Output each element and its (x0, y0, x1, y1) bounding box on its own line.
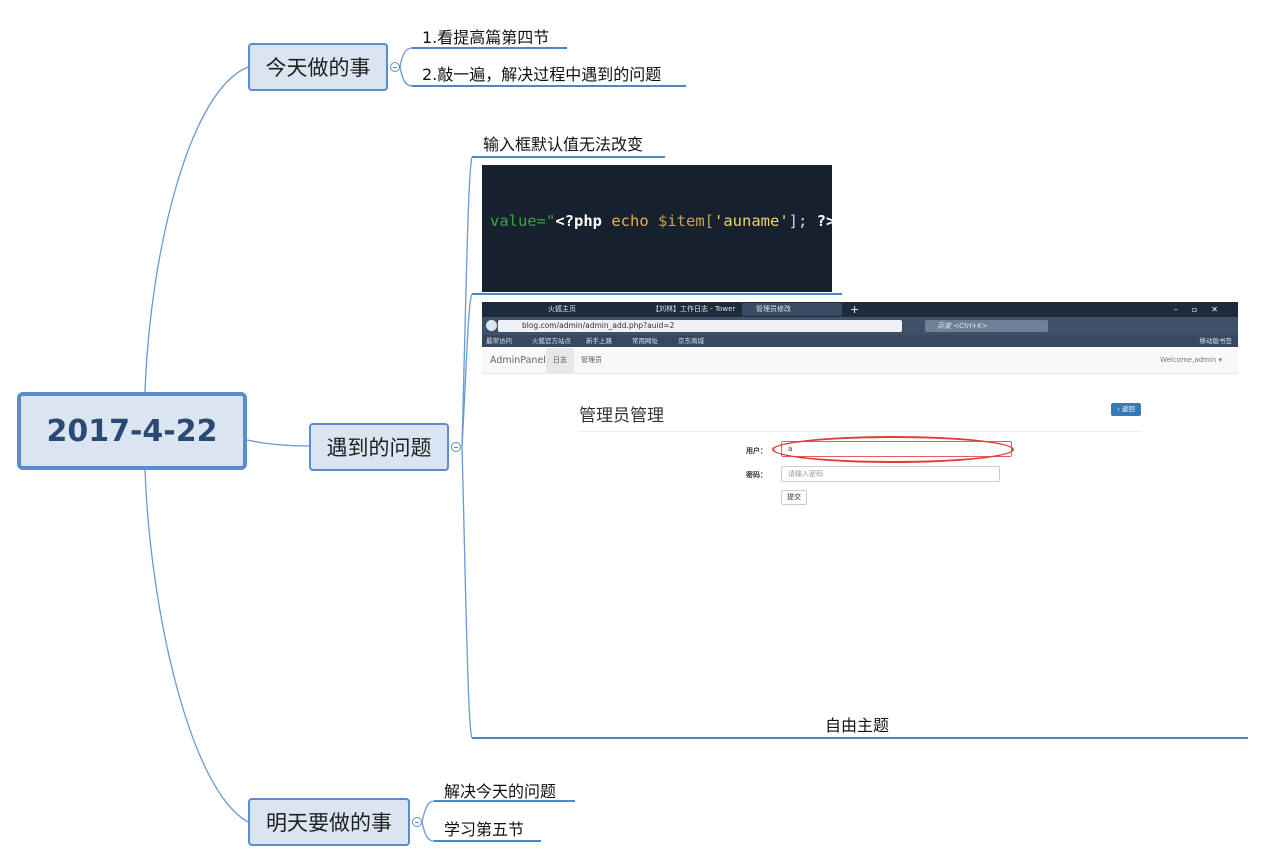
topic-problems[interactable]: 遇到的问题 (309, 423, 449, 471)
nav-tab-admin[interactable]: 管理员 (574, 348, 609, 373)
connector-root-today (144, 66, 249, 393)
window-controls-icon[interactable]: –▫✕ (1174, 302, 1232, 317)
back-button[interactable]: ‹ 返回 (1111, 403, 1141, 416)
connector-today-item2 (399, 66, 413, 87)
code-bracket: ]; (788, 212, 817, 230)
back-icon[interactable] (486, 320, 497, 331)
title-divider (579, 431, 1141, 432)
collapse-toggle-today[interactable] (390, 62, 400, 72)
code-php-open: <?php (555, 212, 602, 230)
connector-root-problems (246, 439, 310, 447)
highlight-ellipse (772, 436, 1014, 463)
tomorrow-item-2: 学习第五节 (444, 820, 525, 839)
bookmarks-bar: 最常访问 火狐官方站点 新手上路 常用网址 京东商城 移动版书签 (482, 335, 1238, 347)
password-placeholder: 请输入密码 (788, 470, 823, 478)
code-string: 'auname' (714, 212, 789, 230)
topic-tomorrow[interactable]: 明天要做的事 (248, 798, 410, 846)
browser-url-row: blog.com/admin/admin_add.php?auid=2 百度 <… (482, 317, 1238, 335)
free-topic[interactable]: 自由主题 (825, 712, 889, 736)
topic-today[interactable]: 今天做的事 (248, 43, 388, 91)
nav-tab-log[interactable]: 日志 (546, 348, 574, 373)
collapse-toggle-problems[interactable] (451, 442, 461, 452)
problem-title: 输入框默认值无法改变 (483, 135, 644, 154)
bookmark-5[interactable]: 京东商城 (678, 335, 704, 347)
submit-button[interactable]: 提交 (781, 490, 807, 505)
topic-today-label: 今天做的事 (265, 56, 371, 80)
new-tab-icon[interactable]: + (850, 302, 859, 317)
bookmark-4[interactable]: 常用网址 (632, 335, 658, 347)
browser-tab-3[interactable]: 管理员修改 (742, 303, 842, 316)
connector-today-item1 (399, 47, 413, 68)
code-snippet-image: value="<?php echo $item['auname']; ?> (482, 165, 832, 292)
bookmark-2[interactable]: 火狐官方站点 (532, 335, 571, 347)
topic-problems-label: 遇到的问题 (326, 436, 432, 460)
collapse-toggle-tomorrow[interactable] (412, 817, 422, 827)
browser-screenshot: 火狐主页 【刘林】工作日志 - Tower 管理员修改 + –▫✕ blog.c… (482, 302, 1238, 712)
admin-page-title: 管理员管理 (579, 406, 664, 426)
code-attr: value=" (490, 212, 556, 230)
mobile-bookmarks[interactable]: 移动版书签 (1200, 335, 1233, 347)
address-bar[interactable]: blog.com/admin/admin_add.php?auid=2 (498, 320, 902, 332)
topic-tomorrow-label: 明天要做的事 (266, 811, 392, 835)
search-box[interactable]: 百度 <Ctrl+K> (925, 320, 1048, 332)
connector-root-tomorrow (144, 469, 249, 823)
password-label: 密码： (746, 471, 767, 479)
browser-tab-1[interactable]: 火狐主页 (534, 303, 634, 316)
connector-tomorrow-item2 (421, 821, 435, 842)
root-topic[interactable]: 2017-4-22 (17, 392, 247, 470)
browser-tab-bar: 火狐主页 【刘林】工作日志 - Tower 管理员修改 + –▫✕ (482, 302, 1238, 317)
password-input[interactable]: 请输入密码 (781, 466, 1000, 482)
today-item-1: 1.看提高篇第四节 (422, 28, 550, 47)
tomorrow-item-1: 解决今天的问题 (444, 782, 557, 801)
connector-problems-image (461, 293, 473, 447)
connector-problems-title (461, 156, 473, 447)
admin-navbar: AdminPanel 日志 管理员 Welcome,admin ▾ (482, 348, 1238, 374)
code-line: value="<?php echo $item['auname']; ?> (490, 212, 832, 230)
code-echo: echo (602, 212, 658, 230)
bookmark-1[interactable]: 最常访问 (486, 335, 512, 347)
code-php-close: ?> (816, 212, 832, 230)
welcome-menu[interactable]: Welcome,admin ▾ (1160, 348, 1222, 373)
browser-tab-2[interactable]: 【刘林】工作日志 - Tower (638, 303, 738, 316)
bookmark-3[interactable]: 新手上路 (586, 335, 612, 347)
code-var: $item[ (658, 212, 714, 230)
connector-problems-free (461, 445, 473, 739)
admin-brand[interactable]: AdminPanel (490, 348, 546, 373)
root-topic-label: 2017-4-22 (46, 413, 218, 449)
user-label: 用户： (746, 447, 767, 455)
connector-tomorrow-item1 (421, 800, 435, 823)
today-item-2: 2.敲一遍，解决过程中遇到的问题 (422, 65, 662, 84)
